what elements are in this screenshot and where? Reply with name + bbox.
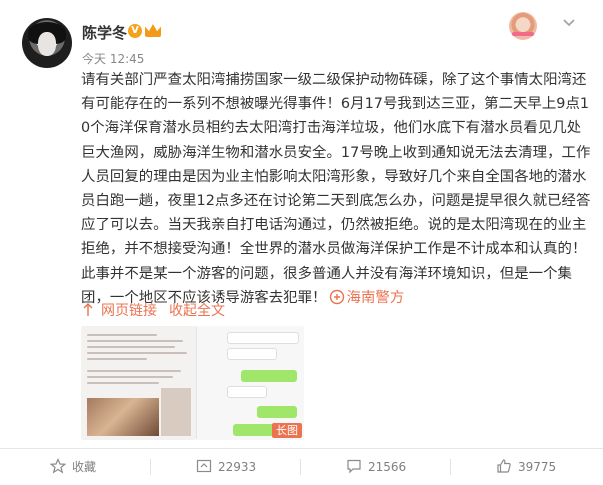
image-text-line [87, 376, 173, 378]
chat-bubble [227, 332, 299, 344]
weibo-post-card: 陈学冬 V 今天 12:45 请有关部门严查太阳湾捕捞国家一级二级保护动物砗磲，… [0, 0, 603, 485]
chat-bubble [227, 386, 267, 398]
like-count: 39775 [518, 460, 557, 474]
long-image-badge: 长图 [272, 423, 302, 438]
image-photo [161, 388, 191, 436]
image-text-line [87, 382, 159, 384]
image-text-line [87, 352, 187, 354]
post-text: 请有关部门严查太阳湾捕捞国家一级二级保护动物砗磲，除了这个事情太阳湾还有可能存在… [81, 68, 591, 310]
action-bar-divider [0, 448, 603, 449]
web-link[interactable]: 网页链接 [81, 303, 163, 319]
comment-icon [346, 458, 362, 474]
vip-crown-icon [145, 24, 161, 37]
favorite-label: 收藏 [72, 460, 97, 474]
link-icon [81, 303, 95, 317]
repost-count: 22933 [218, 460, 257, 474]
mention-link[interactable]: 海南警方 [347, 290, 405, 306]
like-button[interactable]: 39775 [496, 458, 556, 476]
web-link-label: 网页链接 [101, 303, 157, 319]
comment-button[interactable]: 21566 [346, 458, 406, 476]
collapse-text-link[interactable]: 收起全文 [169, 303, 225, 319]
post-time[interactable]: 今天 12:45 [82, 50, 144, 67]
image-text-line [87, 334, 157, 336]
comment-count: 21566 [368, 460, 407, 474]
image-text-line [87, 340, 183, 342]
chat-bubble [227, 348, 277, 360]
favorite-button[interactable]: 收藏 [49, 458, 97, 476]
action-separator [150, 459, 151, 475]
action-separator [450, 459, 451, 475]
username[interactable]: 陈学冬 [82, 22, 127, 43]
thumbs-up-icon [496, 458, 512, 474]
image-text-line [87, 358, 147, 360]
links-row: 网页链接 收起全文 [81, 300, 231, 320]
repost-icon [196, 458, 212, 474]
image-text-line [87, 370, 181, 372]
post-image-1[interactable] [81, 326, 196, 440]
chevron-down-icon[interactable] [562, 18, 576, 32]
action-separator [300, 459, 301, 475]
post-body: 请有关部门严查太阳湾捕捞国家一级二级保护动物砗磲，除了这个事情太阳湾还有可能存在… [81, 72, 591, 306]
decoration-avatar-icon[interactable] [509, 12, 537, 40]
chat-bubble [241, 370, 297, 382]
image-text-line [87, 346, 175, 348]
star-icon [49, 458, 67, 474]
chat-bubble [257, 406, 297, 418]
image-photo [87, 398, 159, 436]
repost-button[interactable]: 22933 [196, 458, 256, 476]
avatar-face [38, 32, 56, 56]
verified-badge-icon: V [128, 24, 142, 38]
mention-link-icon [329, 289, 345, 305]
post-image-2[interactable]: 长图 [196, 326, 304, 440]
user-avatar[interactable] [22, 18, 72, 68]
